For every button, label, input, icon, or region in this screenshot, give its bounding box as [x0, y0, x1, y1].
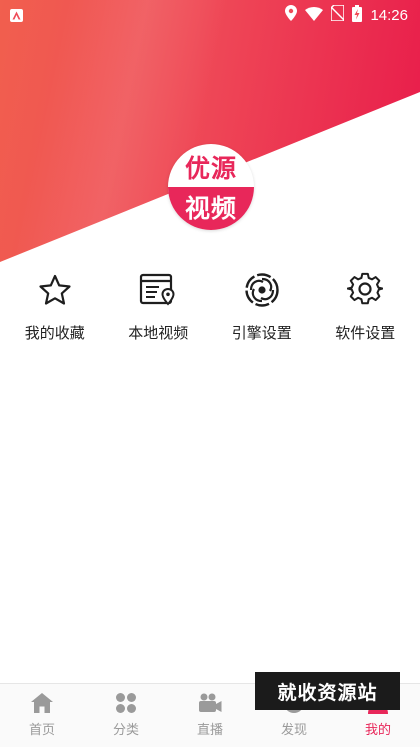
app-notification-icon	[10, 8, 23, 22]
live-icon	[198, 692, 222, 714]
nav-label-profile: 我的	[364, 723, 391, 738]
menu-label-engine-settings: 引擎设置	[231, 324, 292, 342]
engine-icon	[242, 270, 282, 310]
wifi-icon	[305, 6, 324, 25]
status-bar: 14:26	[0, 0, 420, 30]
category-icon	[114, 692, 138, 714]
menu-item-app-settings[interactable]: 软件设置	[315, 270, 415, 350]
nav-label-discover: 发现	[280, 723, 307, 738]
menu-item-favorites[interactable]: 我的收藏	[5, 270, 105, 350]
logo-text-bottom: 视频	[168, 187, 254, 230]
nav-label-live: 直播	[196, 723, 223, 738]
nav-label-home: 首页	[28, 723, 55, 738]
nav-item-home[interactable]: 首页	[0, 684, 84, 747]
menu-label-local-video: 本地视频	[128, 324, 189, 342]
profile-screen: 14:26 优源 视频 我的收藏 本地视频 引擎设置 软件设置 首页 分类 直播…	[0, 0, 420, 747]
star-icon	[35, 270, 75, 310]
location-icon	[285, 5, 298, 25]
home-icon	[30, 692, 54, 714]
menu-label-app-settings: 软件设置	[335, 324, 396, 342]
local-video-icon	[138, 270, 178, 310]
battery-icon	[352, 4, 363, 26]
watermark-label: 就收资源站	[255, 672, 400, 710]
menu-item-engine-settings[interactable]: 引擎设置	[212, 270, 312, 350]
menu-item-local-video[interactable]: 本地视频	[108, 270, 208, 350]
no-sim-icon	[330, 4, 346, 25]
menu-label-favorites: 我的收藏	[24, 324, 85, 342]
nav-label-category: 分类	[112, 723, 139, 738]
nav-item-category[interactable]: 分类	[84, 684, 168, 747]
nav-item-live[interactable]: 直播	[168, 684, 252, 747]
status-time: 14:26	[370, 6, 408, 24]
profile-menu: 我的收藏 本地视频 引擎设置 软件设置	[0, 270, 420, 350]
gear-icon	[345, 270, 385, 310]
app-logo: 优源 视频	[168, 144, 254, 230]
logo-text-top: 优源	[184, 154, 237, 183]
